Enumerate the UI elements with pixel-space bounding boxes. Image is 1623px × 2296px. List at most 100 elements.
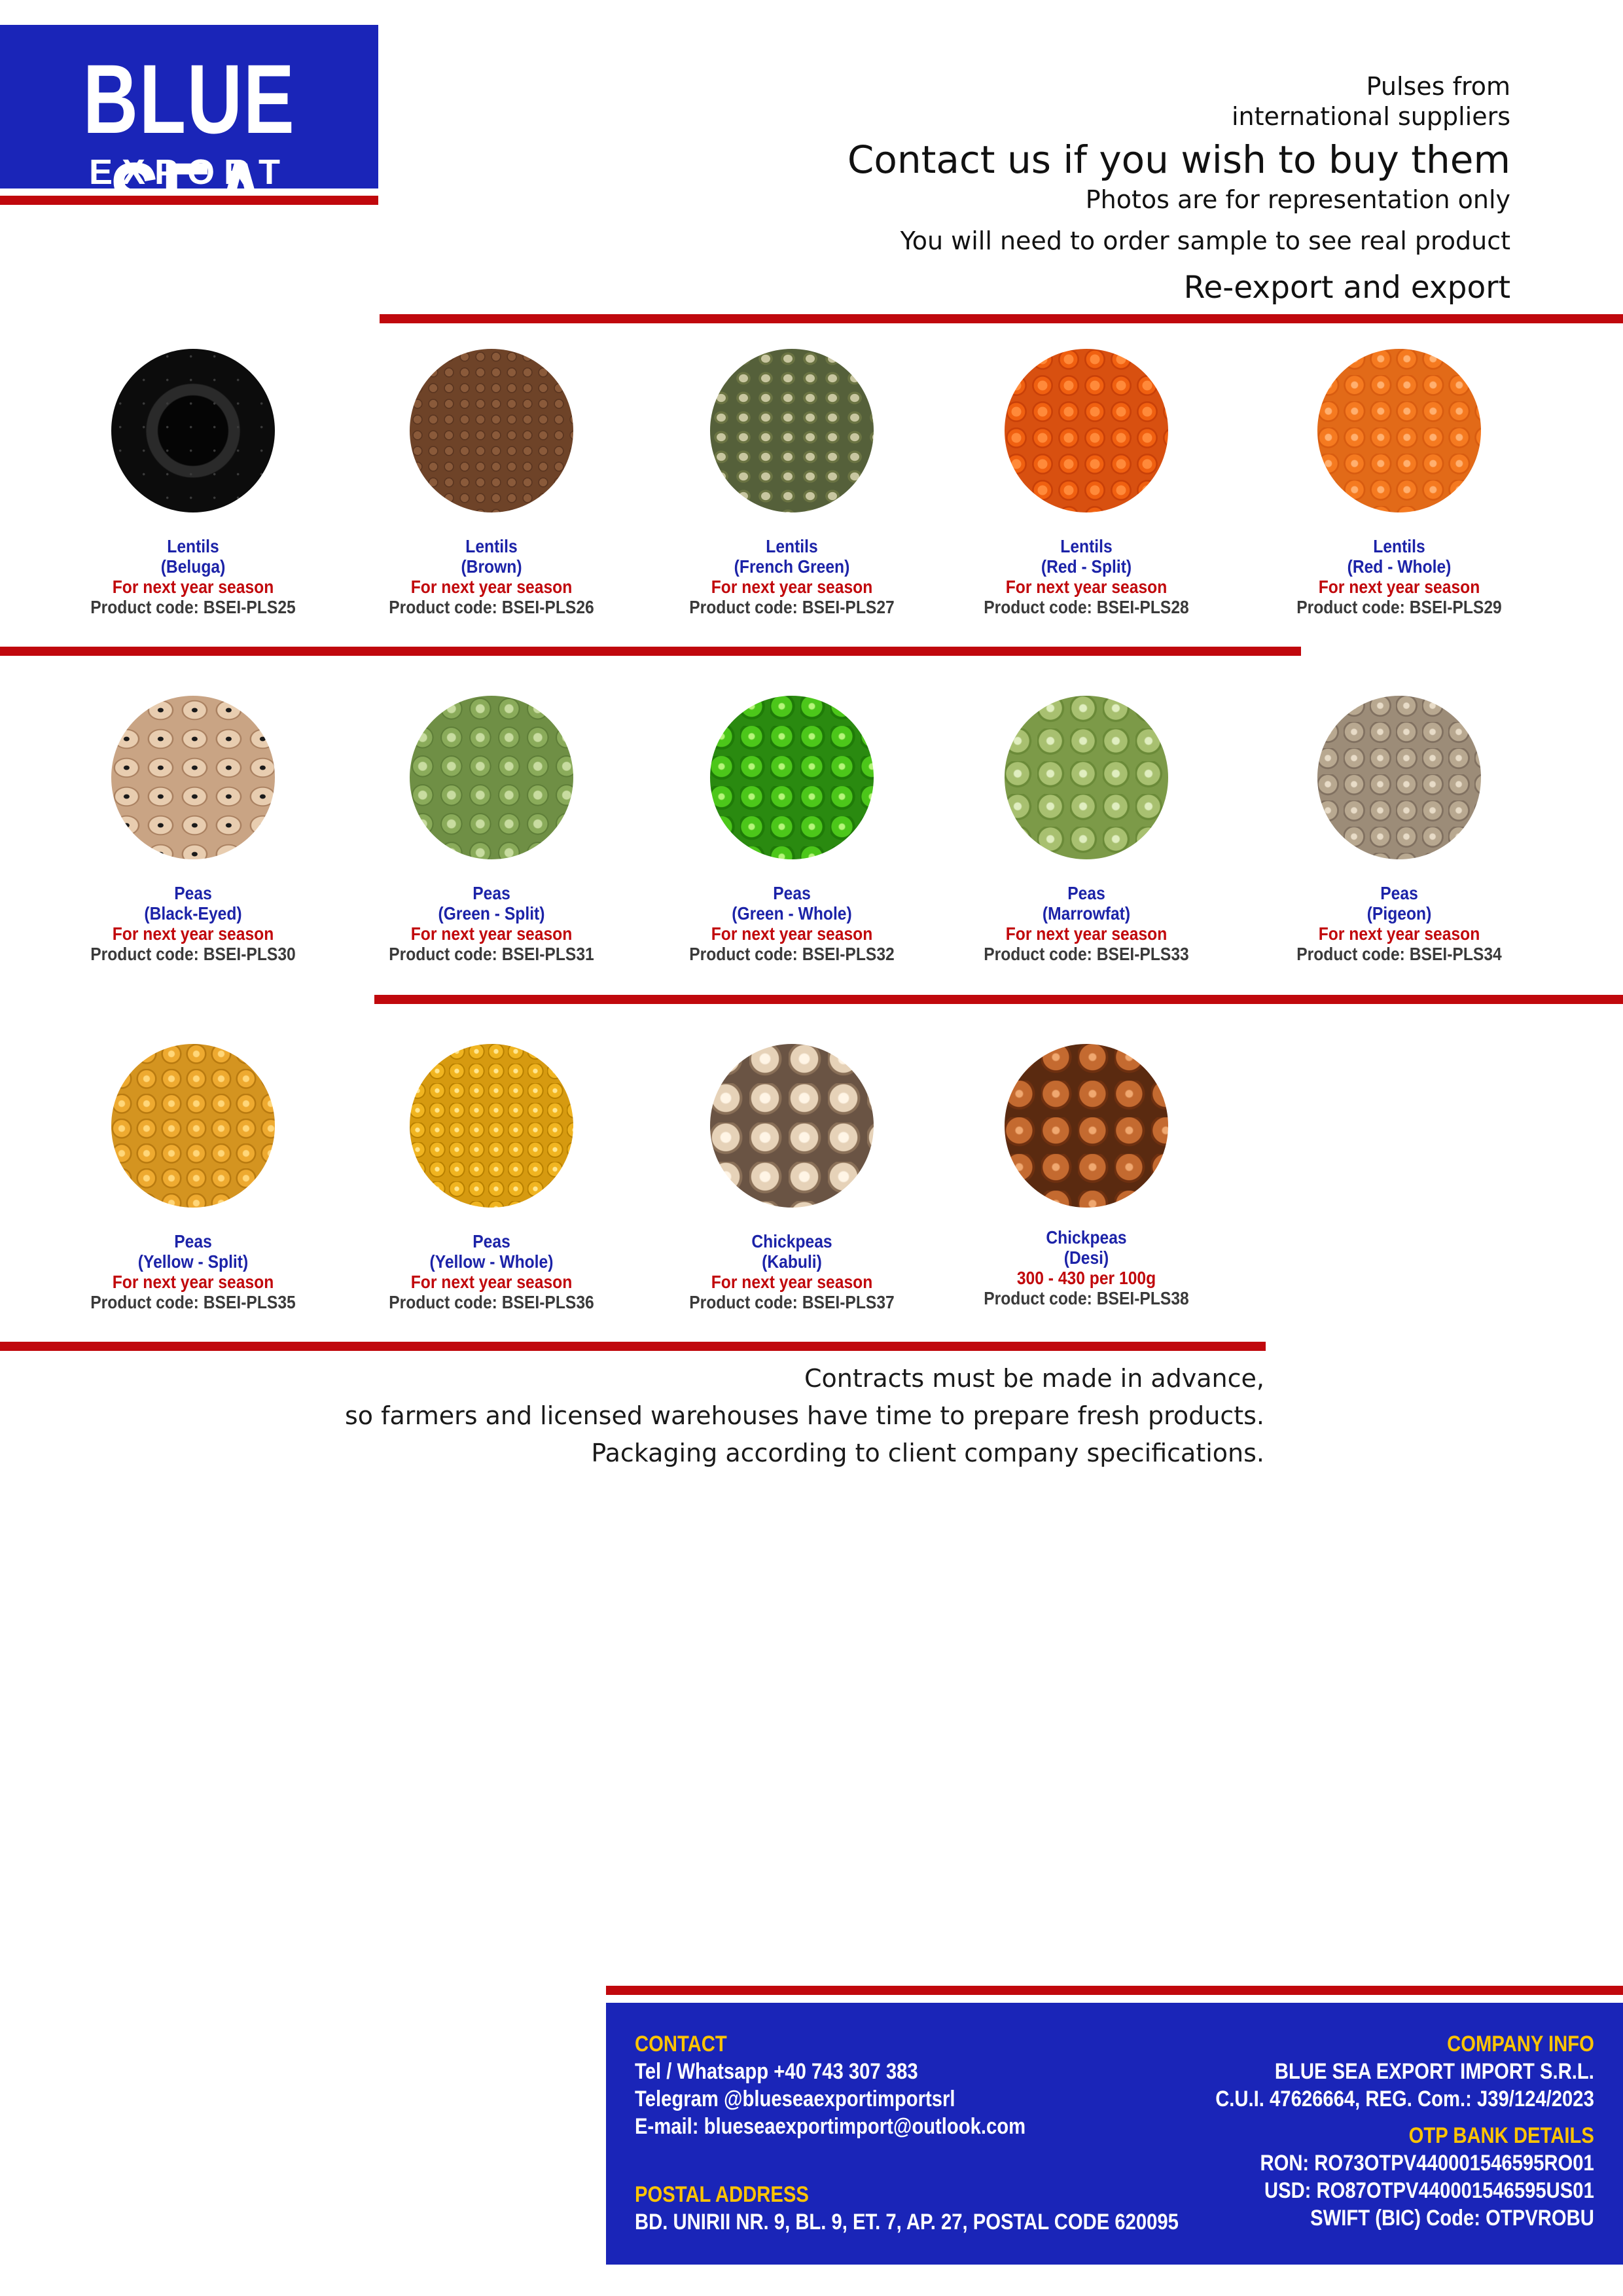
product-code: Product code: BSEI-PLS34	[1296, 944, 1502, 964]
bank-swift: SWIFT (BIC) Code: OTPVROBU	[1310, 2206, 1594, 2231]
product-variety: (Brown)	[461, 556, 522, 577]
header-line-2: international suppliers	[1232, 102, 1510, 131]
company-registration: C.U.I. 47626664, REG. Com.: J39/124/2023	[1215, 2087, 1594, 2111]
product-variety: (Green - Split)	[438, 903, 545, 924]
product-name: Lentils	[167, 536, 219, 556]
product-variety: (Kabuli)	[762, 1251, 822, 1272]
product-name: Peas	[174, 883, 212, 903]
product-card: Peas (Yellow - Whole) For next year seas…	[354, 1044, 629, 1312]
product-photo	[111, 696, 275, 859]
product-photo	[1005, 696, 1168, 859]
product-code: Product code: BSEI-PLS38	[984, 1288, 1189, 1308]
product-card: Lentils (Beluga) For next year season Pr…	[56, 349, 330, 617]
product-name: Peas	[1380, 883, 1418, 903]
rule-top	[380, 314, 1623, 323]
product-variety: (Black-Eyed)	[144, 903, 242, 924]
product-variety: (Red - Split)	[1041, 556, 1132, 577]
product-card: Lentils (French Green) For next year sea…	[654, 349, 929, 617]
product-name: Peas	[773, 883, 811, 903]
product-card: Chickpeas (Desi) 300 - 430 per 100g Prod…	[949, 1044, 1224, 1308]
product-photo	[111, 349, 275, 512]
company-title: COMPANY INFO	[1447, 2032, 1594, 2056]
product-card: Peas (Yellow - Split) For next year seas…	[56, 1044, 330, 1312]
product-status: For next year season	[1005, 924, 1168, 944]
product-code: Product code: BSEI-PLS31	[389, 944, 594, 964]
postal-address: BD. UNIRII NR. 9, BL. 9, ET. 7, AP. 27, …	[635, 2210, 1179, 2234]
product-status: For next year season	[112, 924, 274, 944]
product-name: Chickpeas	[1046, 1227, 1127, 1247]
product-variety: (Yellow - Whole)	[429, 1251, 554, 1272]
footer: CONTACT Tel / Whatsapp +40 743 307 383 T…	[606, 2003, 1623, 2265]
footer-rule	[606, 1986, 1623, 1995]
product-name: Lentils	[1060, 536, 1113, 556]
product-variety: (Desi)	[1063, 1247, 1109, 1268]
contact-title: CONTACT	[635, 2032, 727, 2056]
product-card: Peas (Marrowfat) For next year season Pr…	[949, 696, 1224, 964]
footer-contact: CONTACT Tel / Whatsapp +40 743 307 383 T…	[635, 2030, 1179, 2236]
product-status: For next year season	[1005, 577, 1168, 597]
product-status: For next year season	[410, 1272, 573, 1292]
product-card: Lentils (Red - Whole) For next year seas…	[1262, 349, 1537, 617]
bank-usd: USD: RO87OTPV440001546595US01	[1264, 2178, 1594, 2203]
company-logo: BLUE SEA EXPORT IMPORT	[0, 25, 378, 246]
product-code: Product code: BSEI-PLS30	[90, 944, 296, 964]
product-photo	[1005, 349, 1168, 512]
product-code: Product code: BSEI-PLS32	[689, 944, 895, 964]
product-code: Product code: BSEI-PLS29	[1296, 597, 1502, 617]
rule-row-3	[0, 1342, 1266, 1351]
product-status: For next year season	[112, 1272, 274, 1292]
product-code: Product code: BSEI-PLS37	[689, 1292, 895, 1312]
product-card: Peas (Green - Whole) For next year seaso…	[654, 696, 929, 964]
product-variety: (French Green)	[734, 556, 850, 577]
product-name: Lentils	[766, 536, 818, 556]
product-photo	[410, 1044, 573, 1208]
closing-line-3: Packaging according to client company sp…	[591, 1439, 1264, 1467]
rule-row-2	[374, 995, 1623, 1004]
product-variety: (Green - Whole)	[732, 903, 852, 924]
product-status: For next year season	[1318, 924, 1480, 944]
logo-line-2: EXPORT IMPORT	[88, 152, 290, 227]
product-variety: (Pigeon)	[1366, 903, 1432, 924]
product-variety: (Marrowfat)	[1042, 903, 1131, 924]
bank-ron: RON: RO73OTPV440001546595RO01	[1260, 2151, 1594, 2176]
header-line-1: Pulses from	[1366, 72, 1510, 101]
header-note-2: You will need to order sample to see rea…	[900, 226, 1510, 255]
product-card: Lentils (Brown) For next year season Pro…	[354, 349, 629, 617]
logo-underline	[0, 196, 378, 205]
product-name: Peas	[473, 1231, 510, 1251]
product-code: Product code: BSEI-PLS25	[90, 597, 296, 617]
product-photo	[1317, 696, 1481, 859]
bank-title: OTP BANK DETAILS	[1408, 2123, 1594, 2148]
contact-phone: Tel / Whatsapp +40 743 307 383	[635, 2059, 918, 2084]
product-code: Product code: BSEI-PLS28	[984, 597, 1189, 617]
headline: Contact us if you wish to buy them	[847, 137, 1510, 182]
header-note-3: Re-export and export	[1183, 270, 1510, 306]
product-status: For next year season	[711, 924, 873, 944]
rule-row-1	[0, 647, 1301, 656]
contact-telegram: Telegram @blueseaexportimportsrl	[635, 2087, 955, 2111]
header-note-1: Photos are for representation only	[1085, 185, 1510, 214]
product-photo	[111, 1044, 275, 1208]
closing-line-2: so farmers and licensed warehouses have …	[344, 1401, 1264, 1430]
product-name: Peas	[174, 1231, 212, 1251]
product-card: Chickpeas (Kabuli) For next year season …	[654, 1044, 929, 1312]
company-name: BLUE SEA EXPORT IMPORT S.R.L.	[1275, 2059, 1594, 2084]
product-card: Peas (Green - Split) For next year seaso…	[354, 696, 629, 964]
postal-title: POSTAL ADDRESS	[635, 2182, 809, 2207]
product-variety: (Red - Whole)	[1347, 556, 1452, 577]
product-status: For next year season	[711, 1272, 873, 1292]
product-photo	[710, 1044, 874, 1208]
product-photo	[410, 349, 573, 512]
product-status: For next year season	[711, 577, 873, 597]
product-name: Peas	[473, 883, 510, 903]
closing-line-1: Contracts must be made in advance,	[804, 1364, 1264, 1393]
product-code: Product code: BSEI-PLS33	[984, 944, 1189, 964]
product-card: Lentils (Red - Split) For next year seas…	[949, 349, 1224, 617]
product-variety: (Yellow - Split)	[137, 1251, 249, 1272]
product-status: For next year season	[1318, 577, 1480, 597]
product-status: For next year season	[410, 577, 573, 597]
product-code: Product code: BSEI-PLS36	[389, 1292, 594, 1312]
product-photo	[410, 696, 573, 859]
product-card: Peas (Pigeon) For next year season Produ…	[1262, 696, 1537, 964]
product-status: 300 - 430 per 100g	[1016, 1268, 1156, 1288]
